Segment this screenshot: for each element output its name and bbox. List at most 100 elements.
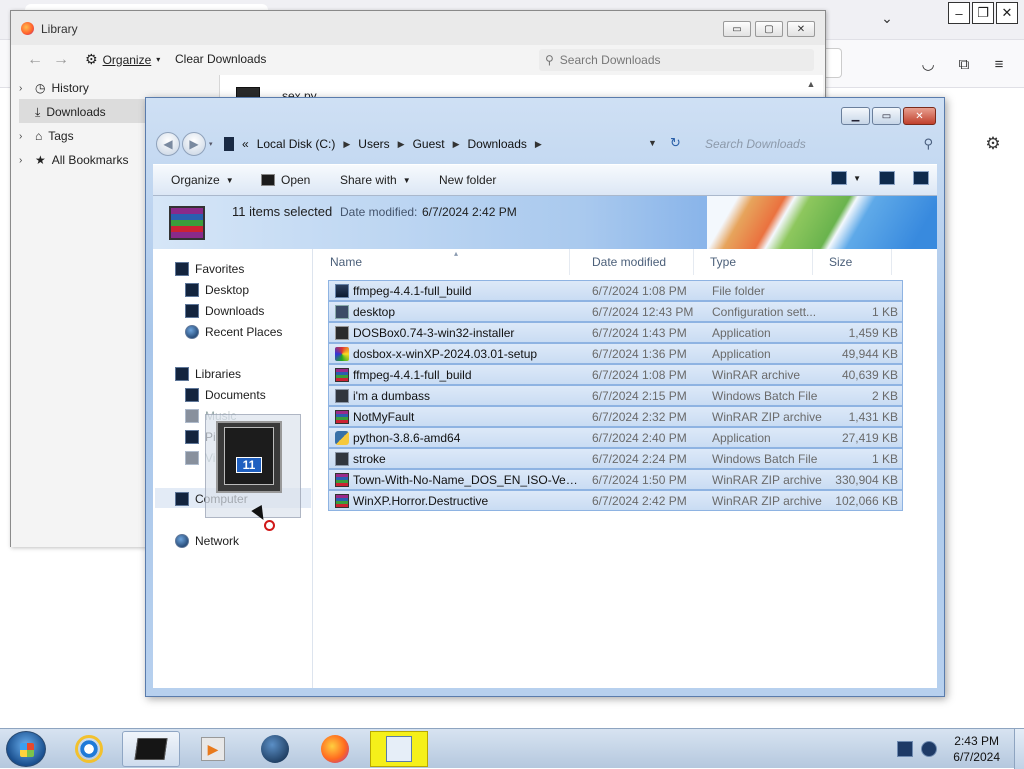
- library-close-button[interactable]: ✕: [787, 21, 815, 37]
- breadcrumb-local-disk[interactable]: Local Disk (C:): [257, 137, 336, 151]
- preview-pane-icon[interactable]: [879, 171, 895, 185]
- nav-item-documents[interactable]: Documents: [185, 385, 266, 405]
- column-header-type[interactable]: Type: [694, 249, 813, 275]
- file-row[interactable]: dosbox-x-winXP-2024.03.01-setup 6/7/2024 …: [328, 343, 903, 364]
- help-icon[interactable]: [913, 171, 929, 185]
- explorer-maximize-button[interactable]: ▭: [872, 107, 901, 125]
- expand-chevron-icon[interactable]: ›: [19, 131, 29, 142]
- nav-item-label: Network: [195, 534, 240, 548]
- library-maximize-button[interactable]: ▢: [755, 21, 783, 37]
- library-search-input[interactable]: ⚲ Search Downloads: [539, 49, 814, 71]
- nav-item-favorites[interactable]: Favorites: [175, 259, 244, 279]
- open-button[interactable]: Open: [261, 173, 310, 187]
- nav-item-downloads[interactable]: Downloads: [185, 301, 264, 321]
- file-type: WinRAR ZIP archive: [712, 410, 822, 424]
- taskbar-installer[interactable]: [370, 731, 428, 767]
- sidebar-item-downloads[interactable]: ⤓ Downloads: [19, 101, 106, 123]
- organize-button[interactable]: ⚙ Organize ▾: [85, 51, 160, 68]
- show-desktop-button[interactable]: [1014, 729, 1024, 769]
- breadcrumb-arrow-icon[interactable]: ▶: [535, 139, 542, 150]
- taskbar: ▶ 2:43 PM 6/7/2024: [0, 728, 1024, 769]
- file-date-modified: 6/7/2024 2:15 PM: [592, 389, 687, 403]
- page-settings-gear-icon[interactable]: ⚙: [982, 133, 1004, 155]
- start-button[interactable]: [6, 731, 46, 767]
- breadcrumb-arrow-icon[interactable]: ▶: [343, 139, 350, 150]
- nav-item-network[interactable]: Network: [175, 531, 239, 551]
- change-view-icon[interactable]: [831, 171, 848, 185]
- file-date-modified: 6/7/2024 2:24 PM: [592, 452, 687, 466]
- back-arrow-icon[interactable]: ←: [27, 51, 43, 69]
- organize-menu-button[interactable]: Organize ▼: [171, 173, 234, 187]
- search-icon[interactable]: ⚲: [923, 136, 933, 152]
- file-row[interactable]: stroke 6/7/2024 2:24 PM Windows Batch File…: [328, 448, 903, 469]
- refresh-icon[interactable]: ↻: [670, 135, 681, 151]
- videos-icon: [185, 451, 199, 465]
- clock[interactable]: 2:43 PM 6/7/2024: [953, 733, 1000, 765]
- restore-icon[interactable]: ❐: [972, 2, 994, 24]
- explorer-close-button[interactable]: ✕: [903, 107, 936, 125]
- nav-item-recent-places[interactable]: Recent Places: [185, 322, 282, 342]
- taskbar-explorer[interactable]: [122, 731, 180, 767]
- expand-chevron-icon[interactable]: ›: [19, 155, 29, 166]
- list-all-tabs-icon[interactable]: ⌄: [876, 10, 898, 32]
- open-label: Open: [281, 173, 311, 187]
- breadcrumb-downloads[interactable]: Downloads: [468, 137, 527, 151]
- view-chevron-icon[interactable]: ▼: [853, 174, 861, 183]
- minimize-icon[interactable]: –: [948, 2, 970, 24]
- taskbar-globe-app[interactable]: [246, 731, 304, 767]
- file-row[interactable]: WinXP.Horror.Destructive 6/7/2024 2:42 PM…: [328, 490, 903, 511]
- file-row[interactable]: desktop 6/7/2024 12:43 PM Configuration se…: [328, 301, 903, 322]
- close-icon[interactable]: ✕: [996, 2, 1018, 24]
- file-row[interactable]: DOSBox0.74-3-win32-installer 6/7/2024 1:4…: [328, 322, 903, 343]
- clear-downloads-button[interactable]: Clear Downloads: [175, 52, 266, 66]
- sidebar-item-label: Tags: [48, 129, 74, 143]
- nav-item-desktop[interactable]: Desktop: [185, 280, 249, 300]
- back-button[interactable]: ◀: [156, 132, 180, 156]
- nav-item-label: Desktop: [205, 283, 250, 297]
- file-row[interactable]: Town-With-No-Name_DOS_EN_ISO-Vers... 6/7/…: [328, 469, 903, 490]
- address-bar[interactable]: « Local Disk (C:) ▶ Users ▶ Guest ▶ Down…: [224, 132, 679, 156]
- library-minimize-button[interactable]: ▭: [723, 21, 751, 37]
- network-tray-icon[interactable]: [897, 741, 914, 757]
- breadcrumb-guest[interactable]: Guest: [413, 137, 445, 151]
- file-date-modified: 6/7/2024 2:32 PM: [592, 410, 687, 424]
- extensions-icon[interactable]: ⧉: [953, 53, 975, 75]
- file-row[interactable]: i'm a dumbass 6/7/2024 2:15 PM Windows Bat…: [328, 385, 903, 406]
- sidebar-item-tags[interactable]: › ⌂ Tags: [19, 125, 74, 147]
- recent-pages-chevron-icon[interactable]: ▾: [209, 140, 213, 148]
- volume-tray-icon[interactable]: [921, 741, 938, 757]
- address-overflow[interactable]: «: [242, 137, 249, 151]
- nav-item-libraries[interactable]: Libraries: [175, 364, 241, 384]
- file-row[interactable]: ffmpeg-4.4.1-full_build 6/7/2024 1:08 PM W…: [328, 364, 903, 385]
- network-icon: [175, 534, 189, 548]
- file-row[interactable]: NotMyFault 6/7/2024 2:32 PM WinRAR ZIP arc…: [328, 406, 903, 427]
- expand-chevron-icon[interactable]: ›: [19, 83, 29, 94]
- breadcrumb-arrow-icon[interactable]: ▶: [453, 139, 460, 150]
- explorer-minimize-button[interactable]: ▁: [841, 107, 870, 125]
- breadcrumb-users[interactable]: Users: [358, 137, 389, 151]
- py-file-icon: [335, 431, 349, 445]
- breadcrumb-arrow-icon[interactable]: ▶: [398, 139, 405, 150]
- sidebar-item-all-bookmarks[interactable]: › ★ All Bookmarks: [19, 149, 128, 171]
- new-folder-button[interactable]: New folder: [439, 173, 496, 187]
- column-header-name[interactable]: Name: [314, 249, 570, 275]
- address-dropdown-icon[interactable]: ▼: [648, 138, 657, 148]
- taskbar-firefox[interactable]: [306, 731, 364, 767]
- taskbar-media-player[interactable]: ▶: [184, 731, 242, 767]
- column-header-date-modified[interactable]: Date modified: [576, 249, 694, 275]
- explorer-search-input[interactable]: Search Downloads ⚲: [699, 132, 939, 156]
- bat-file-icon: [335, 389, 349, 403]
- forward-button[interactable]: ▶: [182, 132, 206, 156]
- taskbar-internet-explorer[interactable]: [60, 731, 118, 767]
- sidebar-item-history[interactable]: › ◷ History: [19, 77, 89, 99]
- clock-time: 2:43 PM: [954, 734, 999, 748]
- forward-arrow-icon[interactable]: →: [53, 51, 69, 69]
- file-row[interactable]: python-3.8.6-amd64 6/7/2024 2:40 PM Applic…: [328, 427, 903, 448]
- file-row[interactable]: ffmpeg-4.4.1-full_build 6/7/2024 1:08 PM F…: [328, 280, 903, 301]
- file-type: Windows Batch File: [712, 452, 818, 466]
- column-header-size[interactable]: Size: [813, 249, 892, 275]
- pocket-icon[interactable]: ◡: [917, 53, 939, 75]
- scroll-up-icon[interactable]: ▲: [805, 79, 817, 93]
- share-with-button[interactable]: Share with ▼: [340, 173, 411, 187]
- menu-icon[interactable]: ≡: [988, 53, 1010, 75]
